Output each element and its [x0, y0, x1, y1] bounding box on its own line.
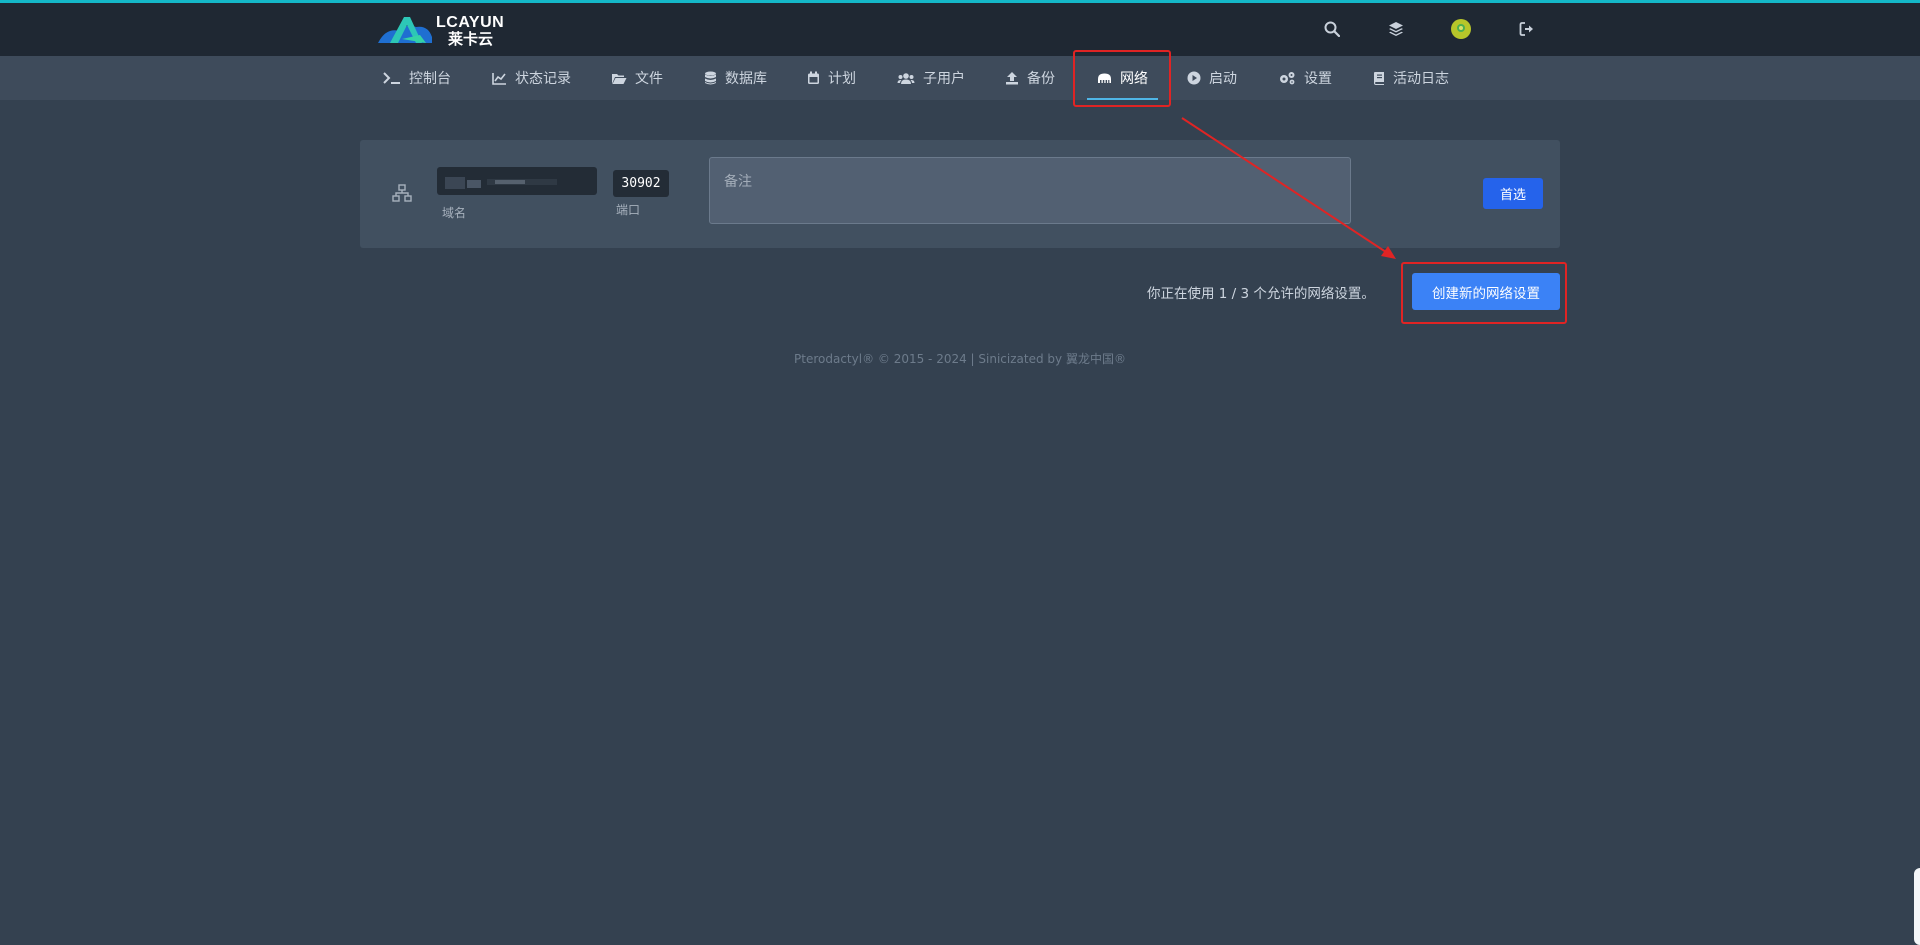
search-icon[interactable]: [1321, 18, 1343, 40]
network-icon: [392, 184, 412, 202]
nav-item-label: 启动: [1209, 71, 1237, 87]
nav-item-label: 备份: [1027, 71, 1055, 87]
logout-icon[interactable]: [1516, 18, 1538, 40]
terminal-icon: [383, 72, 400, 84]
nav-item-files[interactable]: 文件: [611, 56, 663, 100]
port-value[interactable]: 30902: [613, 170, 669, 197]
port-label: 端口: [616, 203, 641, 217]
upload-icon: [1006, 72, 1018, 85]
nav-item-label: 数据库: [725, 71, 767, 87]
nav-item-label: 设置: [1304, 71, 1332, 87]
nav-item-network[interactable]: 网络: [1087, 56, 1158, 100]
nav-item-schedules[interactable]: 计划: [807, 56, 856, 100]
nav-item-backups[interactable]: 备份: [1005, 56, 1055, 100]
domain-value-redacted[interactable]: [437, 167, 597, 195]
make-primary-button[interactable]: 首选: [1483, 178, 1543, 209]
nav-item-label: 计划: [828, 71, 856, 87]
layers-icon[interactable]: [1385, 18, 1407, 40]
top-header: LCAYUN 莱卡云: [0, 3, 1920, 56]
nav-item-activity-log[interactable]: 活动日志: [1373, 56, 1449, 100]
chart-line-icon: [492, 72, 506, 85]
allocation-row: 域名 30902 端口 首选: [360, 140, 1560, 248]
database-icon: [705, 71, 716, 85]
server-nav: 控制台 状态记录 文件 数据库 计划 子用户 备份 网络 启动 设置 活动日志: [0, 56, 1920, 100]
users-icon: [897, 72, 915, 84]
folder-open-icon: [612, 73, 627, 84]
side-panel-tab[interactable]: [1914, 868, 1920, 945]
book-icon: [1374, 72, 1384, 85]
nav-item-label: 控制台: [409, 71, 451, 87]
calendar-icon: [808, 71, 819, 84]
logo-subtext: 莱卡云: [448, 30, 494, 48]
nav-item-label: 文件: [635, 71, 663, 87]
notes-input[interactable]: [709, 157, 1351, 224]
network-wired-icon: [1098, 73, 1111, 83]
nav-item-label: 子用户: [923, 71, 965, 87]
avatar[interactable]: [1450, 18, 1472, 40]
nav-item-startup[interactable]: 启动: [1187, 56, 1237, 100]
create-allocation-button[interactable]: 创建新的网络设置: [1412, 273, 1560, 310]
nav-item-databases[interactable]: 数据库: [704, 56, 767, 100]
brand-logo[interactable]: LCAYUN 莱卡云: [376, 11, 516, 51]
nav-item-label: 活动日志: [1393, 71, 1449, 87]
allocation-usage-text: 你正在使用 1 / 3 个允许的网络设置。: [1147, 286, 1375, 302]
nav-item-status-logs[interactable]: 状态记录: [492, 56, 571, 100]
nav-item-label: 状态记录: [515, 71, 571, 87]
cogs-icon: [1280, 72, 1295, 85]
logo-text: LCAYUN: [436, 14, 505, 31]
nav-item-subusers[interactable]: 子用户: [897, 56, 965, 100]
nav-item-settings[interactable]: 设置: [1278, 56, 1332, 100]
nav-item-console[interactable]: 控制台: [383, 56, 451, 100]
nav-item-label: 网络: [1120, 71, 1148, 87]
play-circle-icon: [1187, 71, 1201, 85]
domain-label: 域名: [442, 206, 467, 220]
page-footer: Pterodactyl® © 2015 - 2024 | Sinicizated…: [794, 352, 1126, 366]
